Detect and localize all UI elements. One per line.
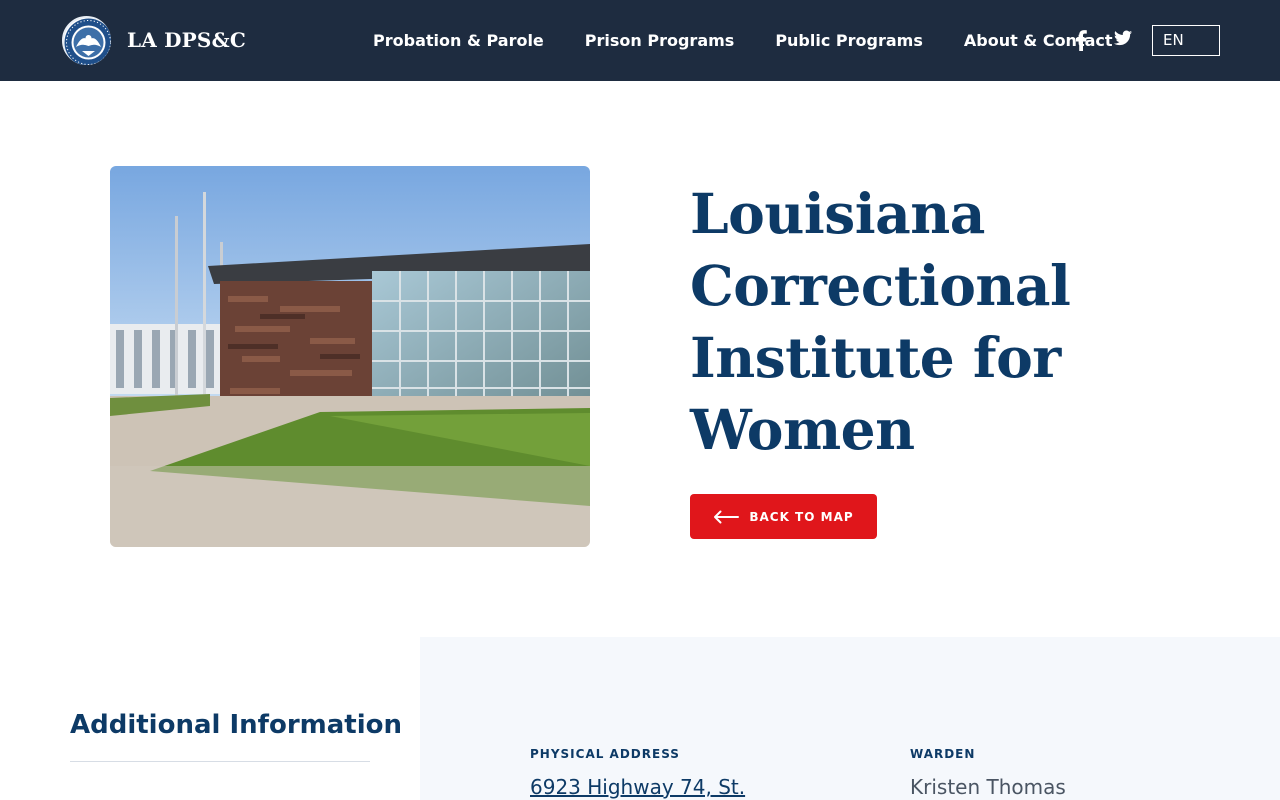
main-nav: Probation & Parole Prison Programs Publi… <box>373 0 1113 81</box>
physical-address-link[interactable]: 6923 Highway 74, St. <box>530 775 745 799</box>
brand-logo-link[interactable]: LA DPS&C <box>60 13 246 67</box>
language-select[interactable]: EN <box>1152 25 1220 56</box>
physical-address-label: PHYSICAL ADDRESS <box>530 747 680 761</box>
nav-item-public-programs[interactable]: Public Programs <box>775 31 923 50</box>
site-header: LA DPS&C Probation & Parole Prison Progr… <box>0 0 1280 81</box>
nav-item-probation-parole[interactable]: Probation & Parole <box>373 31 544 50</box>
nav-item-about-contact[interactable]: About & Contact <box>964 31 1113 50</box>
nav-item-prison-programs[interactable]: Prison Programs <box>585 31 735 50</box>
warden-label: WARDEN <box>910 747 976 761</box>
arrow-left-icon <box>714 510 740 523</box>
state-seal-icon <box>60 13 113 67</box>
brand-name: LA DPS&C <box>127 28 246 52</box>
twitter-icon[interactable] <box>1114 30 1132 46</box>
back-to-map-label: BACK TO MAP <box>749 509 854 524</box>
additional-info-heading: Additional Information <box>70 710 403 740</box>
warden-name: Kristen Thomas <box>910 775 1066 799</box>
facility-photo <box>110 166 590 547</box>
back-to-map-button[interactable]: BACK TO MAP <box>690 494 877 539</box>
heading-divider <box>70 761 370 762</box>
facebook-icon[interactable] <box>1074 29 1088 51</box>
page-title: Louisiana Correctional Institute for Wom… <box>690 181 1071 462</box>
